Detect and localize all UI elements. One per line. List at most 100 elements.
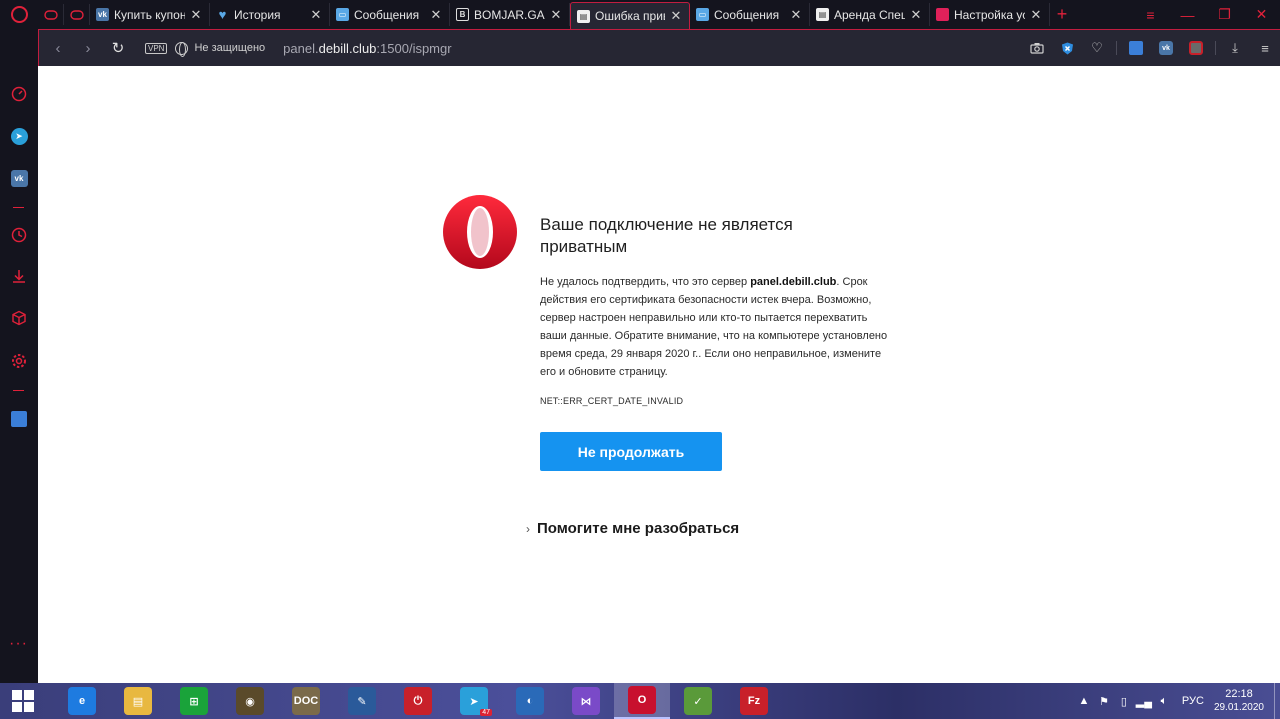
taskbar-app-browser-app[interactable]: ◐ bbox=[502, 683, 558, 719]
heart-icon: ♥ bbox=[218, 7, 227, 22]
error-text-start: Не удалось подтвердить, что это сервер bbox=[540, 276, 751, 288]
tray-expand-icon[interactable]: ▲ bbox=[1074, 695, 1094, 707]
editor-app-icon: ✎ bbox=[348, 687, 376, 715]
easy-setup-icon[interactable]: ≡ bbox=[1250, 41, 1280, 56]
browser-app-icon: ◐ bbox=[516, 687, 544, 715]
taskbar-app-speaker-app[interactable]: ◉ bbox=[222, 683, 278, 719]
taskbar-app-visual-studio[interactable]: ⋈ bbox=[558, 683, 614, 719]
speaker-app-icon: ◉ bbox=[236, 687, 264, 715]
tab-close-icon[interactable]: ✕ bbox=[789, 7, 803, 23]
taskbar-app-telegram[interactable]: ➤ 47 bbox=[446, 683, 502, 719]
translate-extension-icon[interactable] bbox=[1121, 41, 1151, 55]
tab-close-icon[interactable]: ✕ bbox=[549, 7, 563, 23]
tab-close-icon[interactable]: ✕ bbox=[429, 7, 443, 23]
page-icon: ▤ bbox=[577, 9, 590, 23]
camera-icon[interactable] bbox=[1022, 42, 1052, 54]
taskbar-app-editor-app[interactable]: ✎ bbox=[334, 683, 390, 719]
back-to-safety-button[interactable]: Не продолжать bbox=[540, 432, 722, 471]
tab-settings[interactable]: Настройка ус ✕ bbox=[930, 3, 1050, 26]
minimize-button[interactable]: — bbox=[1169, 7, 1206, 23]
taskbar-app-notepad-app[interactable]: ✓ bbox=[670, 683, 726, 719]
tab-rent[interactable]: ▤ Аренда Спец ✕ bbox=[810, 3, 930, 26]
pinned-tab-2[interactable] bbox=[64, 4, 90, 25]
security-status[interactable]: Не защищено bbox=[194, 42, 265, 54]
taskbar-app-opera[interactable]: O bbox=[614, 683, 670, 719]
help-link-label: Помогите мне разобраться bbox=[537, 520, 740, 537]
taskbar-app-filezilla[interactable]: Fz bbox=[726, 683, 782, 719]
error-code: NET::ERR_CERT_DATE_INVALID bbox=[540, 396, 684, 406]
close-window-button[interactable]: ✕ bbox=[1243, 6, 1280, 23]
taskbar-app-file-explorer[interactable]: ▤ bbox=[110, 683, 166, 719]
taskbar-app-store[interactable]: ⊞ bbox=[166, 683, 222, 719]
history-icon[interactable] bbox=[9, 225, 29, 245]
restore-button[interactable]: ❐ bbox=[1206, 6, 1243, 23]
start-button[interactable] bbox=[0, 683, 46, 719]
translate-icon[interactable] bbox=[9, 409, 29, 429]
tab-bomjar[interactable]: B BOMJAR.GA ✕ bbox=[450, 3, 570, 26]
window-controls: ≡ — ❐ ✕ bbox=[1132, 0, 1280, 29]
adblock-icon[interactable] bbox=[1052, 42, 1082, 55]
reload-button[interactable]: ↻ bbox=[103, 39, 133, 57]
forward-button[interactable]: › bbox=[73, 40, 103, 57]
settings-icon[interactable] bbox=[9, 351, 29, 371]
opera-menu-button[interactable] bbox=[0, 0, 38, 29]
tab-menu-icon[interactable]: ≡ bbox=[1132, 7, 1169, 23]
globe-icon[interactable] bbox=[175, 41, 189, 57]
new-tab-button[interactable]: + bbox=[1050, 4, 1074, 25]
sidebar-more-icon[interactable]: ··· bbox=[9, 635, 28, 653]
toolbar-divider bbox=[1215, 41, 1216, 55]
clock[interactable]: 22:18 29.01.2020 bbox=[1214, 687, 1264, 715]
tab-error-page[interactable]: ▤ Ошибка прив ✕ bbox=[570, 2, 690, 29]
taskbar-app-doc-app[interactable]: DOC bbox=[278, 683, 334, 719]
file-explorer-icon: ▤ bbox=[124, 687, 152, 715]
tab-label: Сообщения bbox=[354, 7, 420, 22]
language-indicator[interactable]: РУС bbox=[1182, 695, 1204, 707]
heart-icon[interactable]: ♡ bbox=[1082, 40, 1112, 56]
show-desktop-button[interactable] bbox=[1274, 683, 1280, 719]
signal-icon[interactable]: ▂▄ bbox=[1134, 695, 1154, 708]
tab-close-icon[interactable]: ✕ bbox=[189, 7, 203, 23]
tab-close-icon[interactable]: ✕ bbox=[309, 7, 323, 23]
tab-close-icon[interactable]: ✕ bbox=[1029, 7, 1043, 23]
doc-app-icon: DOC bbox=[292, 687, 320, 715]
taskbar-app-ie[interactable]: e bbox=[54, 683, 110, 719]
clock-time: 22:18 bbox=[1225, 688, 1253, 700]
extensions-icon[interactable] bbox=[9, 308, 29, 328]
pinned-tab-1[interactable] bbox=[38, 4, 64, 25]
taskbar-apps: e ▤ ⊞ ◉ DOC ✎ ⏻ ➤ 47 ◐ ⋈ O ✓ Fz bbox=[54, 683, 782, 719]
gamepad-icon bbox=[69, 9, 84, 20]
url-field[interactable]: panel.debill.club:1500/ispmgr bbox=[283, 41, 451, 56]
tab-label: Ошибка прив bbox=[595, 9, 665, 23]
opera-logo-icon bbox=[10, 6, 28, 23]
speed-dial-icon[interactable] bbox=[9, 84, 29, 104]
opera-icon: O bbox=[628, 686, 656, 714]
tab-close-icon[interactable]: ✕ bbox=[669, 8, 683, 24]
opera-logo-icon bbox=[443, 195, 517, 269]
extension-icon[interactable] bbox=[1181, 41, 1211, 55]
url-path: :1500/ispmgr bbox=[376, 40, 452, 56]
clock-date: 29.01.2020 bbox=[1213, 702, 1264, 713]
help-me-understand-link[interactable]: › Помогите мне разобраться bbox=[526, 520, 739, 537]
vk-icon[interactable]: vk bbox=[9, 168, 29, 188]
vk-extension-icon[interactable]: vk bbox=[1151, 41, 1181, 55]
system-tray: ▲ ⚑ ▯ ▂▄ 🔈︎ РУС 22:18 29.01.2020 bbox=[1074, 683, 1280, 719]
network-warning-icon[interactable]: ⚑ bbox=[1094, 695, 1114, 708]
tab-messages-2[interactable]: ▭ Сообщения ✕ bbox=[690, 3, 810, 26]
tab-label: История bbox=[234, 7, 281, 22]
tab-label: Купить купон bbox=[114, 7, 185, 22]
downloads-icon[interactable] bbox=[9, 266, 29, 286]
taskbar-app-power-app[interactable]: ⏻ bbox=[390, 683, 446, 719]
telegram-icon[interactable]: ➤ bbox=[9, 126, 29, 146]
page-title: Ваше подключение не является приватным bbox=[540, 215, 793, 256]
tab-close-icon[interactable]: ✕ bbox=[909, 7, 923, 23]
tab-history[interactable]: ♥ История ✕ bbox=[210, 3, 330, 26]
download-icon[interactable]: ⤓ bbox=[1220, 40, 1250, 56]
toolbar-divider bbox=[1116, 41, 1117, 55]
vpn-badge[interactable]: VPN bbox=[145, 42, 168, 54]
tab-messages[interactable]: ▭ Сообщения ✕ bbox=[330, 3, 450, 26]
volume-icon[interactable]: 🔈︎ bbox=[1154, 695, 1174, 708]
back-button[interactable]: ‹ bbox=[43, 40, 73, 57]
battery-icon[interactable]: ▯ bbox=[1114, 695, 1134, 708]
tab-vk-coupon[interactable]: vk Купить купон ✕ bbox=[90, 3, 210, 26]
error-host: panel.debill.club bbox=[750, 276, 837, 288]
